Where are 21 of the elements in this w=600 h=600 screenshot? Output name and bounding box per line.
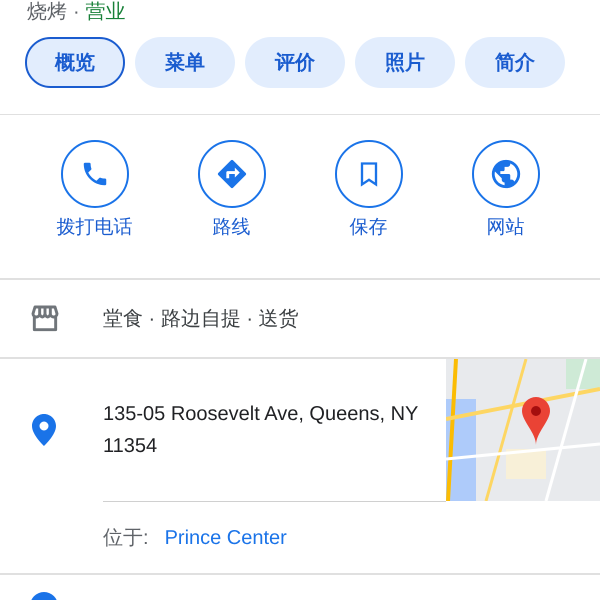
action-label[interactable]: 拨打电话 bbox=[56, 216, 132, 240]
place-link[interactable]: Prince Center bbox=[164, 522, 287, 552]
separator-dot: · bbox=[73, 0, 80, 24]
located-in-label: 位于: bbox=[103, 526, 149, 550]
tab[interactable]: 照片 bbox=[355, 37, 455, 88]
address-text: 135-05 Roosevelt Ave, Queens, NY 11354 bbox=[103, 402, 420, 459]
tab[interactable]: 菜单 bbox=[135, 37, 235, 88]
action-label[interactable]: 路线 bbox=[212, 216, 250, 240]
location-pin-icon bbox=[32, 414, 56, 446]
action-button[interactable] bbox=[198, 140, 266, 208]
tab[interactable]: 简介 bbox=[465, 37, 565, 88]
action-button[interactable] bbox=[60, 140, 128, 208]
tab[interactable]: 概览 bbox=[25, 37, 125, 88]
service-options: 堂食 · 路边自提 · 送货 bbox=[103, 304, 299, 334]
action-label[interactable]: 网站 bbox=[486, 216, 524, 240]
action-button[interactable] bbox=[334, 140, 402, 208]
tab[interactable]: 评价 bbox=[245, 37, 345, 88]
action-label[interactable]: 保存 bbox=[350, 216, 388, 240]
category-text: 烧烤 bbox=[27, 0, 67, 24]
action-button[interactable] bbox=[472, 140, 540, 208]
open-status: 营业 bbox=[86, 0, 126, 24]
